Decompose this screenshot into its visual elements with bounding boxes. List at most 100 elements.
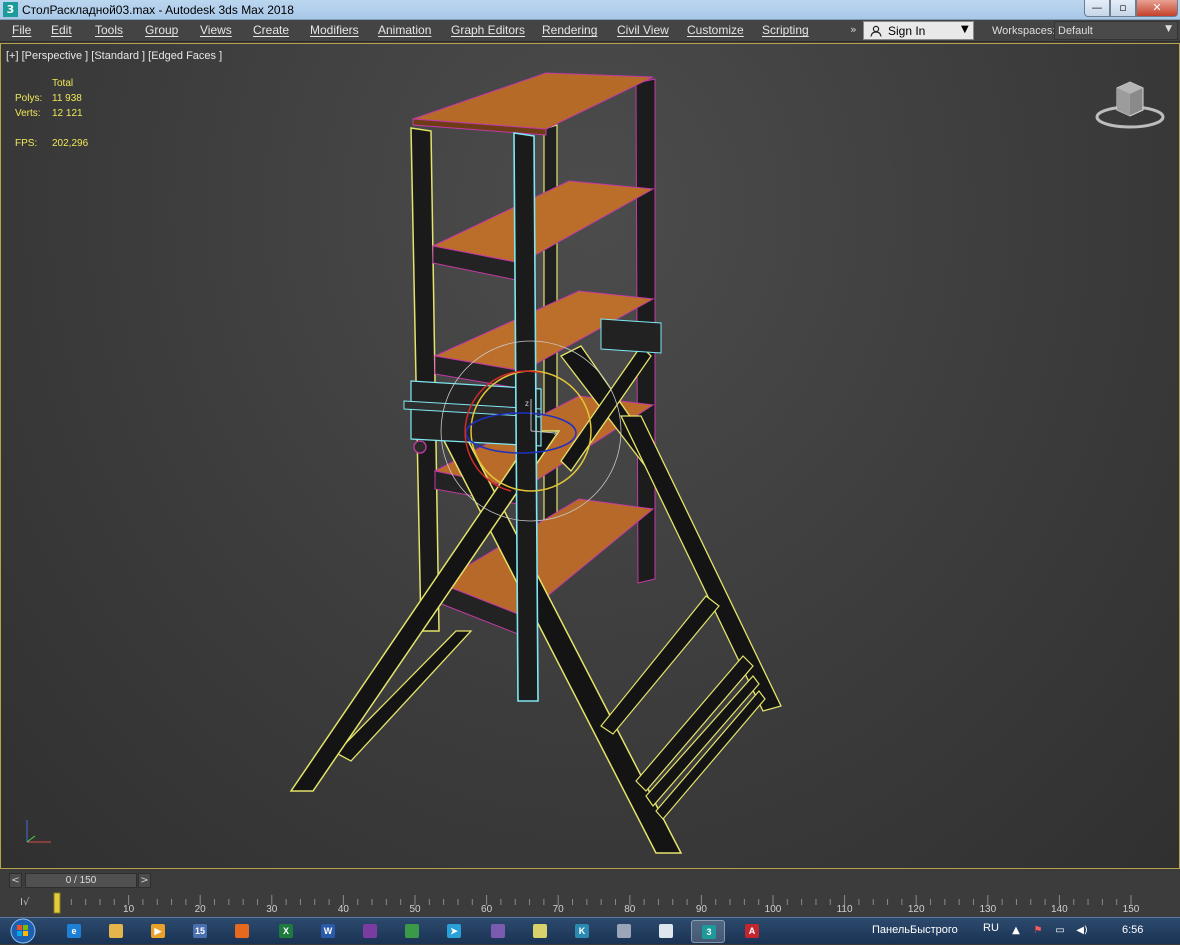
- menu-edit[interactable]: Edit: [51, 23, 72, 37]
- taskbar-app-button[interactable]: [353, 920, 387, 943]
- prev-frame-button[interactable]: <: [9, 873, 22, 888]
- menu-graph-editors[interactable]: Graph Editors: [451, 23, 525, 37]
- window-title: СтолРаскладной03.max - Autodesk 3ds Max …: [22, 3, 294, 17]
- windows-taskbar: e ▶ 15 X W ➤ K 3 A ПанельБыстрого RU ▲ ⚑ ▭ ◀) 6:…: [0, 917, 1180, 944]
- onenote-icon: [363, 924, 377, 938]
- menu-customize[interactable]: Customize: [687, 23, 744, 37]
- shelf-model[interactable]: z x: [1, 44, 1179, 868]
- media-player-icon: ▶: [151, 924, 165, 938]
- taskbar-app-button[interactable]: ▶: [141, 920, 175, 943]
- gizmo-z-label: z: [525, 399, 529, 408]
- taskbar-app-button[interactable]: [481, 920, 515, 943]
- 3dsmax-app-icon[interactable]: 3: [3, 2, 18, 17]
- maximize-button[interactable]: ▫: [1110, 0, 1136, 17]
- workspace-select[interactable]: Default ▼: [1054, 21, 1178, 40]
- taskbar-app-button[interactable]: 3: [691, 920, 725, 943]
- taskbar-app-button[interactable]: W: [311, 920, 345, 943]
- menu-views[interactable]: Views: [200, 23, 232, 37]
- menu-file[interactable]: File: [12, 23, 31, 37]
- taskbar-app-button[interactable]: K: [565, 920, 599, 943]
- chevron-down-icon: ▼: [1165, 24, 1172, 34]
- tick-label: 80: [624, 904, 636, 915]
- perspective-viewport[interactable]: [+] [Perspective ] [Standard ] [Edged Fa…: [0, 43, 1180, 869]
- menu-tools[interactable]: Tools: [95, 23, 123, 37]
- user-icon: [870, 25, 882, 37]
- tick-label: 130: [979, 904, 997, 915]
- language-indicator[interactable]: RU: [983, 922, 999, 934]
- tick-label: 100: [764, 904, 782, 915]
- tick-label: 10: [123, 904, 135, 915]
- 3dsmax-icon: 3: [702, 925, 716, 939]
- title-bar: 3 СтолРаскладной03.max - Autodesk 3ds Ma…: [0, 0, 1180, 20]
- notepad-icon: [533, 924, 547, 938]
- chrome-icon: [405, 924, 419, 938]
- excel-icon: X: [279, 924, 293, 938]
- viewcube-icon[interactable]: [1093, 74, 1167, 134]
- taskbar-app-button[interactable]: 15: [183, 920, 217, 943]
- next-frame-button[interactable]: >: [138, 873, 151, 888]
- tick-label: 40: [337, 904, 349, 915]
- taskbar-app-button[interactable]: X: [269, 920, 303, 943]
- taskbar-app-button[interactable]: ➤: [437, 920, 471, 943]
- menu-group[interactable]: Group: [145, 23, 178, 37]
- menu-civil-view[interactable]: Civil View: [617, 23, 669, 37]
- menu-animation[interactable]: Animation: [378, 23, 431, 37]
- taskbar-app-button[interactable]: [607, 920, 641, 943]
- taskbar-app-button[interactable]: [649, 920, 683, 943]
- tray-expand-icon[interactable]: ▲: [1010, 925, 1022, 937]
- calc-app-icon: [617, 924, 631, 938]
- menu-scripting[interactable]: Scripting: [762, 23, 809, 37]
- clock[interactable]: 6:56: [1122, 924, 1143, 936]
- taskbar-app-button[interactable]: [395, 920, 429, 943]
- tick-label: 50: [409, 904, 421, 915]
- sign-in-label: Sign In: [888, 24, 926, 38]
- internet-explorer-icon: e: [67, 924, 81, 938]
- menu-overflow-button[interactable]: »: [850, 23, 857, 36]
- network-icon[interactable]: ▭: [1054, 925, 1066, 937]
- volume-icon[interactable]: ◀): [1076, 925, 1088, 937]
- axis-tripod-icon: [26, 820, 51, 843]
- viber-icon: [491, 924, 505, 938]
- tick-label: 140: [1051, 904, 1068, 915]
- gizmo-x-label: x: [554, 428, 558, 437]
- current-frame-marker: [53, 892, 61, 914]
- telegram-icon: ➤: [447, 924, 461, 938]
- word-icon: W: [321, 924, 335, 938]
- quick-launch-toolbar-label[interactable]: ПанельБыстрого: [872, 924, 958, 936]
- tick-label: 110: [836, 904, 853, 915]
- taskbar-app-button[interactable]: [99, 920, 133, 943]
- track-bar[interactable]: Ι√ 10 20 30 40 50 60 70 80 90 100 110 120 130 140 150: [0, 891, 1180, 917]
- taskbar-app-button[interactable]: [523, 920, 557, 943]
- minimize-button[interactable]: —: [1084, 0, 1110, 17]
- workspaces-label: Workspaces:: [992, 25, 1056, 37]
- start-button-icon[interactable]: [8, 918, 38, 945]
- tick-label: 20: [194, 904, 206, 915]
- taskbar-app-button[interactable]: [225, 920, 259, 943]
- track-ruler: [53, 892, 1132, 914]
- chevron-down-icon: ▼: [961, 24, 969, 35]
- sign-in-dropdown[interactable]: Sign In ▼: [863, 21, 974, 40]
- time-slider-bar: < 0 / 150 >: [0, 871, 1180, 891]
- taskbar-app-button[interactable]: A: [735, 920, 769, 943]
- frame-counter: 0 / 150: [65, 875, 97, 886]
- tick-label: 30: [266, 904, 278, 915]
- tick-label: 120: [907, 904, 925, 915]
- tick-label: 70: [552, 904, 564, 915]
- time-slider[interactable]: 0 / 150: [25, 873, 137, 888]
- front-legs: [289, 430, 683, 854]
- menu-modifiers[interactable]: Modifiers: [310, 23, 359, 37]
- tick-label: 60: [481, 904, 493, 915]
- workspace-value: Default: [1058, 25, 1093, 37]
- autocad-icon: A: [745, 924, 759, 938]
- close-button[interactable]: ✕: [1136, 0, 1178, 17]
- tick-label: 90: [695, 904, 707, 915]
- kompas-icon: K: [575, 924, 589, 938]
- folder-icon: [109, 924, 123, 938]
- flag-icon[interactable]: ⚑: [1032, 925, 1044, 937]
- document-icon: [659, 924, 673, 938]
- menu-rendering[interactable]: Rendering: [542, 23, 597, 37]
- taskbar-app-button[interactable]: e: [57, 920, 91, 943]
- menu-create[interactable]: Create: [253, 23, 289, 37]
- tick-label: 150: [1122, 904, 1140, 915]
- firefox-icon: [235, 924, 249, 938]
